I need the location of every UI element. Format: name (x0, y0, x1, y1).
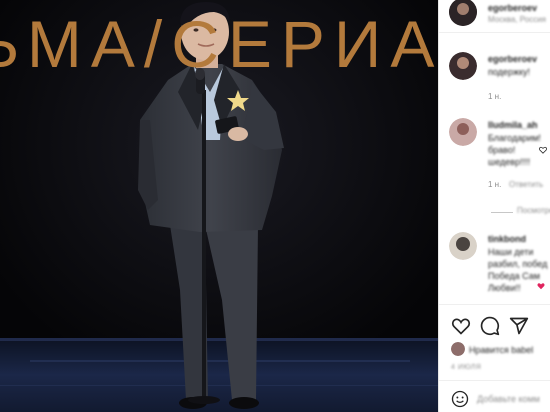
comment-time: 1 н. (488, 180, 502, 189)
emoji-icon[interactable] (451, 390, 469, 408)
comment-text: Благодарим! (488, 133, 541, 143)
post-date: 4 ИЮЛЯ (451, 364, 482, 371)
comments-panel: egorberoev Москва, Россия egorberoev под… (438, 0, 550, 412)
post-photo[interactable]: ЬМА/СЕРИАЛ (0, 0, 438, 412)
share-icon[interactable] (509, 316, 529, 336)
reply-button[interactable]: Ответить (509, 180, 543, 189)
backdrop-lettering: ЬМА/СЕРИАЛ (0, 7, 438, 81)
commenter-avatar[interactable] (449, 52, 477, 80)
author-avatar[interactable] (449, 0, 477, 26)
heart-emoji-icon (537, 283, 545, 290)
comment-text-line: браво! (488, 145, 516, 155)
input-divider (439, 380, 550, 381)
commenter-avatar[interactable] (449, 232, 477, 260)
comment-text: подержку! (488, 67, 531, 77)
commenter-avatar[interactable] (449, 118, 477, 146)
comment-like-icon[interactable] (539, 146, 547, 154)
actions-divider (439, 304, 550, 305)
view-replies-button[interactable]: Посмотреть (517, 206, 550, 215)
comment-item: tinkbond Наши дети разбил, побед Победа … (439, 230, 550, 300)
likes-text[interactable]: Нравится babel (469, 344, 533, 356)
commenter-username[interactable]: egorberoev (488, 54, 537, 64)
comment-text-line: Любви!! (488, 283, 521, 293)
comment-item: egorberoev подержку! 1 н. (439, 52, 550, 104)
post-header: egorberoev Москва, Россия (439, 0, 550, 30)
location-text[interactable]: Москва, Россия (488, 15, 546, 24)
commenter-username[interactable]: lludmila_ah (488, 120, 538, 130)
comment-text: Наши дети (488, 247, 534, 257)
add-comment-row: Добавьте комм (439, 386, 550, 412)
comment-time: 1 н. (488, 92, 502, 101)
heart-icon[interactable] (451, 316, 471, 336)
comment-icon[interactable] (480, 316, 500, 336)
comment-text-line: шедевр!!!! (488, 157, 531, 167)
author-username[interactable]: egorberoev (488, 3, 537, 13)
likes-row: Нравится babel (439, 340, 550, 358)
comment-text-line: Победа Сам (488, 271, 540, 281)
comment-item: lludmila_ah Благодарим! браво! шедевр!!!… (439, 116, 550, 194)
liker-avatar[interactable] (451, 342, 465, 356)
commenter-username[interactable]: tinkbond (488, 234, 526, 244)
comment-text-line: разбил, побед (488, 259, 548, 269)
header-divider (439, 32, 550, 33)
comment-input[interactable]: Добавьте комм (477, 393, 540, 405)
view-replies-row[interactable]: Посмотреть (439, 206, 550, 220)
action-bar (439, 314, 550, 338)
mic-stand (202, 90, 206, 402)
